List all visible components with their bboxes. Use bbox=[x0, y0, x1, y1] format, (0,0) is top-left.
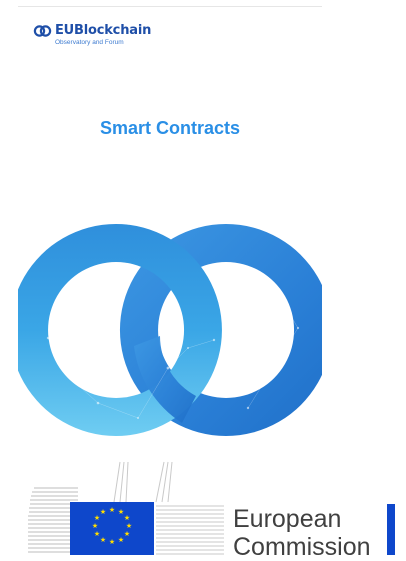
svg-text:★: ★ bbox=[118, 536, 124, 544]
brand-row: EUBlockchain bbox=[33, 24, 151, 38]
svg-text:★: ★ bbox=[109, 506, 115, 514]
brand-tagline: Observatory and Forum bbox=[55, 39, 124, 46]
brand-header: EUBlockchain Observatory and Forum bbox=[33, 24, 151, 47]
svg-text:★: ★ bbox=[124, 530, 130, 538]
svg-text:★: ★ bbox=[126, 522, 132, 530]
commission-word-2: Commission bbox=[233, 533, 371, 561]
svg-text:★: ★ bbox=[100, 536, 106, 544]
linked-rings-icon bbox=[33, 25, 52, 37]
top-divider bbox=[18, 6, 322, 7]
page-title: Smart Contracts bbox=[99, 118, 241, 138]
svg-text:★: ★ bbox=[94, 530, 100, 538]
brand-name: EUBlockchain bbox=[55, 23, 152, 38]
commission-word-1: European bbox=[233, 505, 342, 533]
commission-wordmark: European Commission bbox=[233, 505, 371, 561]
svg-text:★: ★ bbox=[100, 508, 106, 516]
interlocked-rings-network-icon bbox=[18, 224, 322, 436]
ec-blue-bar bbox=[387, 504, 395, 555]
svg-text:★: ★ bbox=[92, 522, 98, 530]
svg-text:★: ★ bbox=[124, 514, 130, 522]
svg-text:★: ★ bbox=[109, 538, 115, 546]
